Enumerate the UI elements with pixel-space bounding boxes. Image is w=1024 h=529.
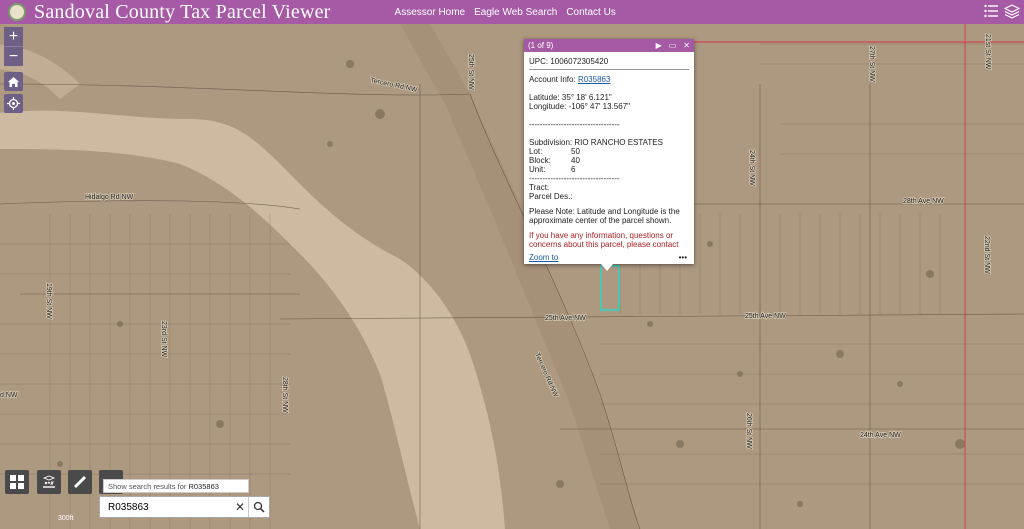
street-label: 25th Ave NW [545,315,586,322]
home-button[interactable] [4,72,23,91]
next-feature-icon[interactable]: ▶ [656,41,662,50]
header-nav: Assessor Home Eagle Web Search Contact U… [395,7,616,18]
search-suggestion-value: R035863 [188,482,219,491]
contact-text: If you have any information, questions o… [529,231,679,249]
street-label: 23rd St NW [160,321,167,358]
search-icon [253,501,265,513]
popup-footer: Zoom to ••• [529,253,687,262]
street-label: 21st St NW [984,34,991,70]
street-label: 19th St NW [45,283,52,319]
street-label: 27th St NW [868,46,875,82]
upc-text: UPC: 1006072305420 [529,57,689,70]
account-link[interactable]: R035863 [578,75,610,84]
divider-text: ---------------------------------- [529,120,620,129]
clear-search-icon[interactable]: ✕ [232,500,248,514]
coordinate-button[interactable] [37,470,61,494]
parcel-des-text: Parcel Des.: [529,192,573,201]
app-header: Sandoval County Tax Parcel Viewer Assess… [0,0,1024,24]
zoom-out-button[interactable]: − [4,47,23,66]
unit-row: Unit: 6 [529,165,576,174]
longitude-text: Longitude: -106° 47' 13.567" [529,102,630,111]
app-title: Sandoval County Tax Parcel Viewer [34,0,331,23]
popup-body: UPC: 1006072305420 Account Info: R035863… [524,52,694,249]
street-label: 28th Ave NW [903,198,944,205]
layers-icon[interactable] [1004,3,1020,19]
street-label: 26th St NW [745,413,752,449]
street-label: 24th Ave NW [860,432,901,439]
street-label: d NW [0,392,18,399]
latitude-text: Latitude: 35° 18' 6.121" [529,93,612,102]
county-seal-logo [8,3,26,21]
zoom-in-button[interactable]: + [4,27,23,46]
search-box: ✕ [99,496,270,518]
street-label: 28th St NW [281,377,288,413]
map-imagery: Tercero Rd NW Hidalgo Rd NW 25th Ave NW … [0,24,1024,529]
nav-assessor-home[interactable]: Assessor Home [395,7,466,18]
street-label: Hidalgo Rd NW [85,194,134,201]
street-label: 24th St NW [748,150,755,186]
zoom-controls: + − [4,27,23,66]
parcel-popup: (1 of 9) ▶ ▭ ✕ UPC: 1006072305420 Accoun… [524,39,694,264]
scale-bar-label: 300ft [58,515,74,522]
street-label: 22nd St NW [983,236,990,274]
divider-text: ---------------------------------- [529,174,620,183]
account-label: Account Info: [529,75,576,84]
subdivision-text: Subdivision: RIO RANCHO ESTATES [529,138,663,147]
lot-row: Lot: 50 [529,147,580,156]
xyz-icon [42,475,56,488]
nav-eagle-web-search[interactable]: Eagle Web Search [474,7,557,18]
popup-header: (1 of 9) ▶ ▭ ✕ [524,39,694,52]
zoom-to-link[interactable]: Zoom to [529,253,558,262]
locate-icon [7,97,20,110]
list-menu-icon[interactable] [984,3,998,19]
maximize-icon[interactable]: ▭ [669,41,677,50]
note-text: Please Note: Latitude and Longitude is t… [529,207,680,225]
popup-pointer [601,264,613,271]
ruler-icon [73,475,87,489]
search-button[interactable] [248,497,269,517]
tract-text: Tract: [529,183,550,192]
account-info: Account Info: R035863 [529,75,689,84]
street-label: 25th St NW [467,54,474,90]
parcel-map[interactable]: Tercero Rd NW Hidalgo Rd NW 25th Ave NW … [0,24,1024,529]
measure-button[interactable] [68,470,92,494]
basemap-gallery-button[interactable] [5,470,29,494]
home-icon [8,76,19,87]
search-input[interactable] [100,497,232,517]
block-row: Block: 40 [529,156,580,165]
popup-count: (1 of 9) [528,41,554,50]
search-suggestion[interactable]: Show search results for R035863 [103,479,249,493]
street-label: 25th Ave NW [745,313,786,320]
nav-contact-us[interactable]: Contact Us [566,7,615,18]
close-icon[interactable]: ✕ [683,41,690,50]
locate-button[interactable] [4,94,23,113]
grid-icon [10,475,24,489]
more-actions-icon[interactable]: ••• [679,253,687,262]
